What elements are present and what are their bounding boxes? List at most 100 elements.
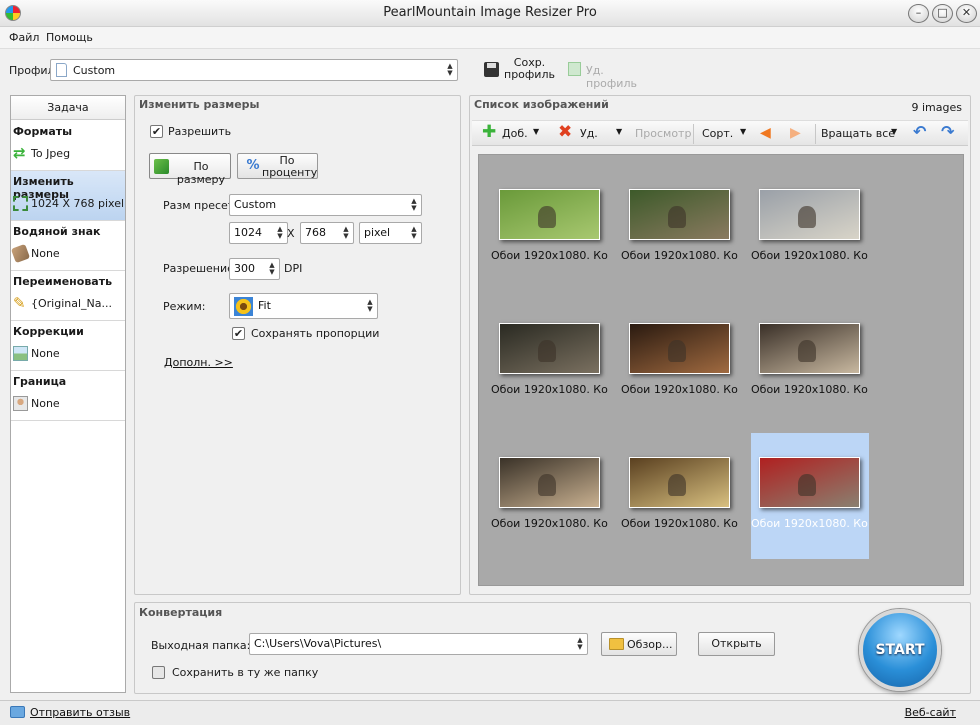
toolbar-separator xyxy=(693,124,694,144)
maximize-button[interactable]: □ xyxy=(932,4,953,23)
website-link[interactable]: Веб-сайт xyxy=(905,706,956,719)
thumbnail-item[interactable]: Обои 1920x1080. Ко... xyxy=(751,433,869,559)
minimize-button[interactable]: – xyxy=(908,4,929,23)
keep-ratio-checkbox[interactable]: ✔ xyxy=(232,327,245,340)
task-value: None xyxy=(31,397,60,410)
preview-button[interactable]: Просмотр xyxy=(635,127,691,140)
sort-button[interactable]: Сорт. xyxy=(702,127,733,140)
cat-photo-shape xyxy=(668,340,686,362)
task-item-resize[interactable]: Изменить размеры 1024 X 768 pixel xyxy=(11,171,125,221)
document-icon xyxy=(56,63,67,77)
menu-help[interactable]: Помощь xyxy=(46,31,93,44)
thumbnail-label: Обои 1920x1080. Ко... xyxy=(491,249,609,262)
save-profile-button[interactable]: Сохр. профиль xyxy=(484,57,555,83)
add-dropdown-arrow-icon[interactable]: ▼ xyxy=(533,127,539,136)
percent-icon: % xyxy=(246,158,260,173)
open-folder-button[interactable]: Открыть xyxy=(698,632,775,656)
browse-button[interactable]: Обзор... xyxy=(601,632,677,656)
thumbnail-label: Обои 1920x1080. Ко... xyxy=(751,383,869,396)
more-options-link[interactable]: Дополн. >> xyxy=(164,356,233,369)
delete-profile-button[interactable]: Уд. профиль xyxy=(568,60,658,90)
mode-select[interactable]: Fit ▲ ▼ xyxy=(229,293,378,319)
menu-file[interactable]: Файл xyxy=(9,31,39,44)
thumbnail-item[interactable]: Обои 1920x1080. Ко... xyxy=(491,433,609,559)
start-button[interactable]: START xyxy=(859,609,941,691)
pencil-icon: ✎ xyxy=(13,294,26,312)
thumbnail-item[interactable]: Обои 1920x1080. Ко... xyxy=(621,299,739,425)
thumbnail-grid[interactable]: Обои 1920x1080. Ко... Обои 1920x1080. Ко.… xyxy=(478,154,964,586)
thumbnail-item[interactable]: Обои 1920x1080. Ко... xyxy=(491,165,609,291)
spinner-arrows-icon[interactable]: ▲ ▼ xyxy=(275,226,285,240)
convert-icon: ⇄ xyxy=(13,144,26,162)
spinner-arrows-icon[interactable]: ▲ ▼ xyxy=(267,262,277,276)
output-folder-input[interactable]: C:\Users\Vova\Pictures\ ▲ ▼ xyxy=(249,633,588,655)
menu-bar: Файл Помощь xyxy=(0,27,980,49)
move-left-icon[interactable]: ◀ xyxy=(760,126,771,140)
thumbnail-label: Обои 1920x1080. Ко... xyxy=(621,249,739,262)
title-bar[interactable]: PearlMountain Image Resizer Pro – □ ✕ xyxy=(0,0,980,27)
rotate-right-icon[interactable]: ↷ xyxy=(941,124,954,140)
height-value: 768 xyxy=(305,226,326,239)
thumbnail-item[interactable]: Обои 1920x1080. Ко... xyxy=(491,299,609,425)
thumbnail-item[interactable]: Обои 1920x1080. Ко... xyxy=(751,165,869,291)
cat-photo-shape xyxy=(538,206,556,228)
toolbar-separator xyxy=(815,124,816,144)
task-item-watermark[interactable]: Водяной знак None xyxy=(10,221,125,271)
by-size-button[interactable]: По размеру xyxy=(149,153,231,186)
images-toolbar: ✚ Доб. ▼ ✖ Уд. ▼ Просмотр Сорт. ▼ ◀ ▶ Вр… xyxy=(472,120,968,146)
sort-dropdown-arrow-icon[interactable]: ▼ xyxy=(740,127,746,136)
feedback-link[interactable]: Отправить отзыв xyxy=(30,706,130,719)
dpi-label: DPI xyxy=(284,262,303,275)
spinner-arrows-icon[interactable]: ▲ ▼ xyxy=(365,299,375,313)
task-title: Водяной знак xyxy=(13,225,101,238)
resolution-stepper[interactable]: 300 ▲ ▼ xyxy=(229,258,280,280)
width-stepper[interactable]: 1024 ▲ ▼ xyxy=(229,222,288,244)
task-item-rename[interactable]: Переименовать ✎ {Original_Na... xyxy=(11,271,125,321)
rotate-left-icon[interactable]: ↶ xyxy=(913,124,926,140)
rotate-all-button[interactable]: Вращать все xyxy=(821,127,895,140)
floppy-disk-icon xyxy=(484,62,499,77)
enable-resize-checkbox[interactable]: ✔ xyxy=(150,125,163,138)
delete-profile-label: Уд. профиль xyxy=(586,64,637,90)
preset-select[interactable]: Custom ▲ ▼ xyxy=(229,194,422,216)
spinner-arrows-icon[interactable]: ▲ ▼ xyxy=(445,63,455,77)
delete-button[interactable]: Уд. xyxy=(580,127,598,140)
by-percent-button[interactable]: % По проценту xyxy=(237,153,318,179)
task-title: Коррекции xyxy=(13,325,84,338)
close-button[interactable]: ✕ xyxy=(956,4,977,23)
task-title: Граница xyxy=(13,375,67,388)
rotate-dropdown-arrow-icon[interactable]: ▼ xyxy=(891,127,897,136)
images-panel-title: Список изображений xyxy=(474,98,609,111)
thumbnail-item[interactable]: Обои 1920x1080. Ко... xyxy=(621,433,739,559)
same-folder-label: Сохранить в ту же папку xyxy=(172,666,319,679)
add-button[interactable]: Доб. xyxy=(502,127,528,140)
same-folder-checkbox[interactable] xyxy=(152,666,165,679)
task-item-border[interactable]: Граница None xyxy=(11,371,125,421)
spinner-arrows-icon[interactable]: ▲ ▼ xyxy=(409,226,419,240)
task-item-formats[interactable]: Форматы ⇄ To Jpeg xyxy=(11,121,125,171)
thumbnail-label: Обои 1920x1080. Ко... xyxy=(621,383,739,396)
task-sidebar: Задача Форматы ⇄ To Jpeg Изменить размер… xyxy=(10,95,126,693)
spinner-arrows-icon[interactable]: ▲ ▼ xyxy=(409,198,419,212)
profile-select[interactable]: Custom ▲ ▼ xyxy=(50,59,458,81)
thumbnail-image xyxy=(499,323,600,374)
height-stepper[interactable]: 768 ▲ ▼ xyxy=(300,222,354,244)
task-value: 1024 X 768 pixel xyxy=(31,197,125,210)
thumbnail-label: Обои 1920x1080. Ко... xyxy=(751,249,869,262)
output-folder-value: C:\Users\Vova\Pictures\ xyxy=(254,637,382,650)
images-panel: Список изображений 9 images ✚ Доб. ▼ ✖ У… xyxy=(469,95,971,595)
unit-select[interactable]: pixel ▲ ▼ xyxy=(359,222,422,244)
status-bar: Отправить отзыв Веб-сайт xyxy=(0,700,980,725)
conversion-panel-title: Конвертация xyxy=(139,606,223,619)
portrait-icon xyxy=(13,396,28,411)
thumbnail-item[interactable]: Обои 1920x1080. Ко... xyxy=(751,299,869,425)
delete-dropdown-arrow-icon[interactable]: ▼ xyxy=(616,127,622,136)
move-right-icon[interactable]: ▶ xyxy=(790,126,801,140)
thumbnail-item[interactable]: Обои 1920x1080. Ко... xyxy=(621,165,739,291)
spinner-arrows-icon[interactable]: ▲ ▼ xyxy=(575,637,585,651)
folder-icon xyxy=(609,638,624,650)
spinner-arrows-icon[interactable]: ▲ ▼ xyxy=(341,226,351,240)
task-item-corrections[interactable]: Коррекции None xyxy=(11,321,125,371)
thumbnail-label: Обои 1920x1080. Ко... xyxy=(621,517,739,530)
profile-value: Custom xyxy=(73,64,116,77)
